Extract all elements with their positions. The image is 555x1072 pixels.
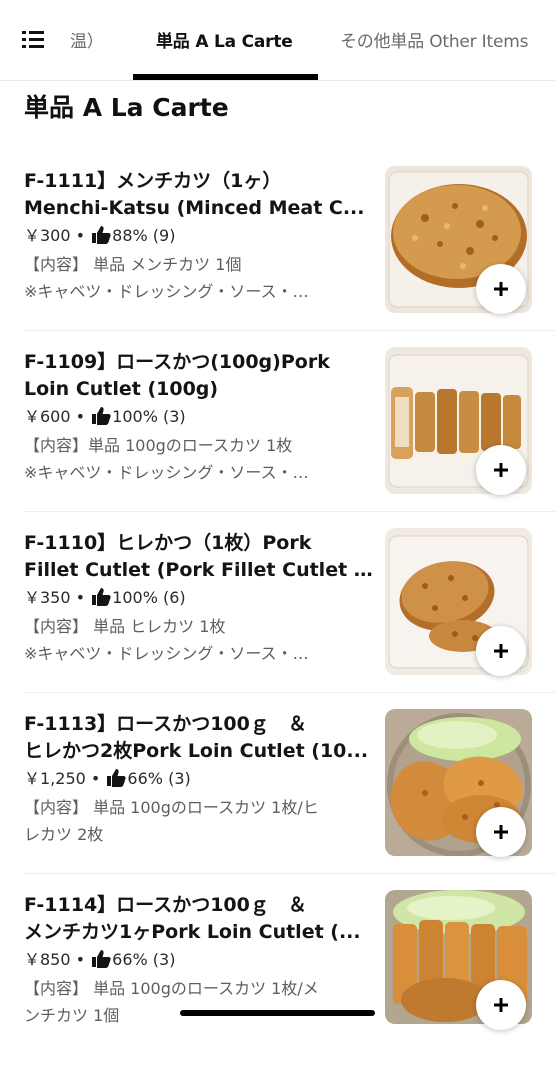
menu-item-title-line: F-1111】メンチカツ（1ヶ） — [24, 170, 282, 192]
menu-item-description-line: 【内容】 単品 100gのロースカツ 1枚/メ — [24, 979, 319, 998]
menu-item-description: 【内容】 単品 100gのロースカツ 1枚/メ ンチカツ 1個 — [24, 975, 374, 1029]
menu-item-description-line: 【内容】 単品 メンチカツ 1個 — [24, 255, 242, 274]
menu-item-title-line: Loin Cutlet (100g) — [24, 378, 219, 400]
menu-item-meta: ￥1,250 • 66% (3) — [24, 767, 374, 794]
add-to-cart-button[interactable] — [476, 626, 526, 676]
item-divider — [24, 692, 555, 693]
menu-item-text: F-1109】ロースかつ(100g)Pork Loin Cutlet (100g… — [24, 349, 374, 486]
tab-previous-category[interactable]: 温） — [70, 27, 104, 52]
menu-item-text: F-1111】メンチカツ（1ヶ） Menchi-Katsu (Minced Me… — [24, 168, 374, 305]
item-divider — [24, 873, 555, 874]
add-to-cart-button[interactable] — [476, 980, 526, 1030]
menu-item-description-line: ※キャベツ・ドレッシング・ソース・… — [24, 463, 309, 482]
menu-item[interactable]: F-1109】ロースかつ(100g)Pork Loin Cutlet (100g… — [0, 347, 555, 529]
meta-separator: • — [85, 769, 106, 788]
meta-separator: • — [70, 588, 91, 607]
menu-item[interactable]: F-1111】メンチカツ（1ヶ） Menchi-Katsu (Minced Me… — [0, 166, 555, 348]
plus-icon — [494, 463, 508, 477]
menu-item-title-line: Fillet Cutlet (Pork Fillet Cutlet 1... — [24, 559, 374, 581]
item-divider — [24, 330, 555, 331]
menu-item[interactable]: F-1113】ロースかつ100ｇ ＆ ヒレかつ2枚Pork Loin Cutle… — [0, 709, 555, 891]
plus-icon — [494, 644, 508, 658]
menu-item-price: ￥300 — [24, 226, 71, 245]
menu-item-title-line: F-1114】ロースかつ100ｇ ＆ — [24, 894, 307, 916]
add-to-cart-button[interactable] — [476, 807, 526, 857]
active-tab-indicator — [133, 74, 318, 80]
menu-item-description: 【内容】 単品 100gのロースカツ 1枚/ヒ レカツ 2枚 — [24, 794, 374, 848]
menu-item-meta: ￥350 • 100% (6) — [24, 586, 374, 613]
menu-item-description: 【内容】単品 100gのロースカツ 1枚 ※キャベツ・ドレッシング・ソース・… — [24, 432, 374, 486]
tab-a-la-carte[interactable]: 単品 A La Carte — [156, 27, 293, 52]
menu-item-title: F-1109】ロースかつ(100g)Pork Loin Cutlet (100g… — [24, 349, 374, 403]
menu-item-title: F-1110】ヒレかつ（1枚）Pork Fillet Cutlet (Pork … — [24, 530, 374, 584]
menu-item-meta: ￥300 • 88% (9) — [24, 224, 374, 251]
menu-item-description: 【内容】 単品 ヒレカツ 1枚 ※キャベツ・ドレッシング・ソース・… — [24, 613, 374, 667]
section-title: 単品 A La Carte — [24, 93, 229, 122]
menu-item-title-line: F-1113】ロースかつ100ｇ ＆ — [24, 713, 307, 735]
menu-item-description: 【内容】 単品 メンチカツ 1個 ※キャベツ・ドレッシング・ソース・… — [24, 251, 374, 305]
menu-item[interactable]: F-1110】ヒレかつ（1枚）Pork Fillet Cutlet (Pork … — [0, 528, 555, 710]
menu-item-title: F-1111】メンチカツ（1ヶ） Menchi-Katsu (Minced Me… — [24, 168, 374, 222]
home-indicator[interactable] — [180, 1010, 375, 1016]
menu-item-title-line: F-1109】ロースかつ(100g)Pork — [24, 351, 330, 373]
meta-separator: • — [70, 226, 91, 245]
menu-item-rating: 100% (3) — [112, 407, 186, 426]
thumbs-up-icon — [106, 768, 127, 794]
menu-item-title: F-1114】ロースかつ100ｇ ＆ メンチカツ1ヶPork Loin Cutl… — [24, 892, 374, 946]
menu-item-title: F-1113】ロースかつ100ｇ ＆ ヒレかつ2枚Pork Loin Cutle… — [24, 711, 374, 765]
meta-separator: • — [70, 950, 91, 969]
menu-item-title-line: メンチカツ1ヶPork Loin Cutlet (... — [24, 921, 361, 943]
menu-item-rating: 88% (9) — [112, 226, 176, 245]
add-to-cart-button[interactable] — [476, 445, 526, 495]
menu-item-price: ￥850 — [24, 950, 71, 969]
menu-item-rating: 66% (3) — [112, 950, 176, 969]
category-tab-bar: 温） 単品 A La Carte その他単品 Other Items — [0, 0, 555, 81]
plus-icon — [494, 998, 508, 1012]
menu-item-meta: ￥600 • 100% (3) — [24, 405, 374, 432]
menu-icon[interactable] — [22, 28, 48, 50]
menu-item-title-line: F-1110】ヒレかつ（1枚）Pork — [24, 532, 312, 554]
tab-other-items[interactable]: その他単品 Other Items — [340, 27, 528, 52]
menu-item-rating: 66% (3) — [127, 769, 191, 788]
menu-item-description-line: 【内容】 単品 ヒレカツ 1枚 — [24, 617, 226, 636]
menu-item-description-line: ※キャベツ・ドレッシング・ソース・… — [24, 644, 309, 663]
menu-item-text: F-1110】ヒレかつ（1枚）Pork Fillet Cutlet (Pork … — [24, 530, 374, 667]
add-to-cart-button[interactable] — [476, 264, 526, 314]
menu-item-text: F-1114】ロースかつ100ｇ ＆ メンチカツ1ヶPork Loin Cutl… — [24, 892, 374, 1029]
thumbs-up-icon — [91, 225, 111, 251]
thumbs-up-icon — [91, 949, 111, 975]
menu-item-description-line: 【内容】 単品 100gのロースカツ 1枚/ヒ — [24, 798, 319, 817]
menu-item-title-line: Menchi-Katsu (Minced Meat C... — [24, 197, 365, 219]
menu-item-description-line: 【内容】単品 100gのロースカツ 1枚 — [24, 436, 293, 455]
menu-item-rating: 100% (6) — [112, 588, 186, 607]
menu-item-description-line: レカツ 2枚 — [24, 825, 104, 844]
plus-icon — [494, 825, 508, 839]
menu-item-text: F-1113】ロースかつ100ｇ ＆ ヒレかつ2枚Pork Loin Cutle… — [24, 711, 374, 848]
menu-item-meta: ￥850 • 66% (3) — [24, 948, 374, 975]
plus-icon — [494, 282, 508, 296]
menu-item-price: ￥350 — [24, 588, 71, 607]
thumbs-up-icon — [91, 406, 111, 432]
menu-item-description-line: ※キャベツ・ドレッシング・ソース・… — [24, 282, 309, 301]
thumbs-up-icon — [91, 587, 111, 613]
meta-separator: • — [70, 407, 91, 426]
menu-item-price: ￥1,250 — [24, 769, 86, 788]
item-divider — [24, 511, 555, 512]
menu-item[interactable]: F-1114】ロースかつ100ｇ ＆ メンチカツ1ヶPork Loin Cutl… — [0, 890, 555, 1072]
menu-item-price: ￥600 — [24, 407, 71, 426]
menu-item-title-line: ヒレかつ2枚Pork Loin Cutlet (10... — [24, 740, 369, 762]
